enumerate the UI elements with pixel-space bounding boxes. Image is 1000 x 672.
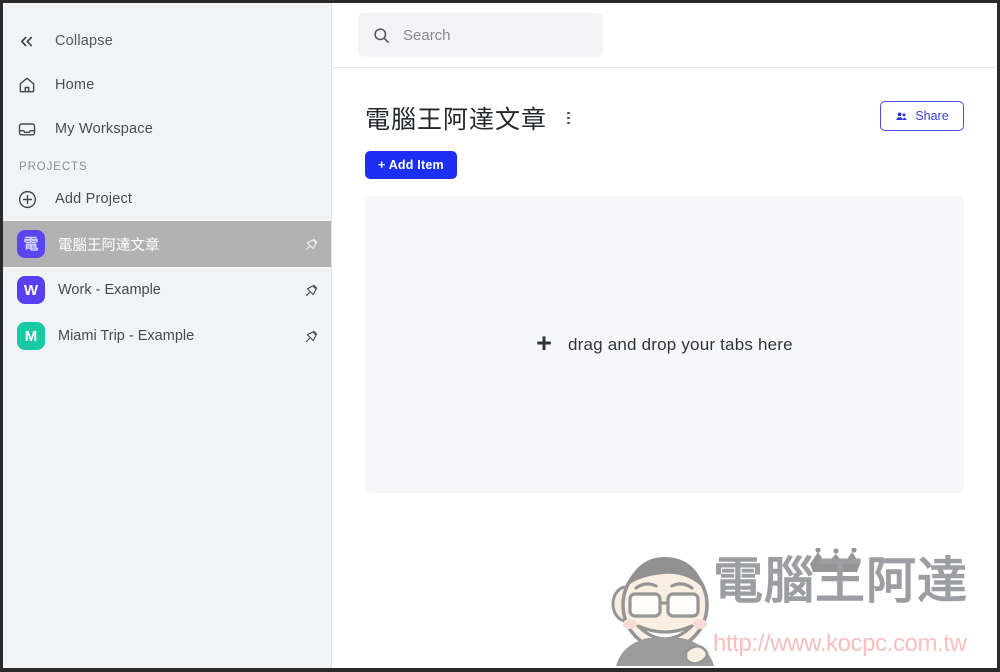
plus-icon: + [536, 328, 552, 358]
tabs-dropzone[interactable]: + drag and drop your tabs here [365, 196, 964, 493]
collapse-label: Collapse [55, 33, 114, 49]
sidebar-project-item[interactable]: 電 電腦王阿達文章 [3, 221, 331, 267]
sidebar-project-item[interactable]: M Miami Trip - Example [3, 313, 331, 359]
plus-circle-icon [17, 189, 47, 210]
project-label: Miami Trip - Example [58, 328, 195, 344]
title-row: 電腦王阿達文章 [365, 101, 964, 135]
collapse-button[interactable]: Collapse [3, 19, 331, 63]
dropzone-label: drag and drop your tabs here [567, 334, 793, 354]
watermark-url: http://www.kocpc.com.tw [713, 630, 967, 657]
crown-icon [810, 548, 860, 572]
more-vertical-icon[interactable] [561, 106, 576, 130]
cartoon-face-icon [611, 548, 860, 666]
project-label: 電腦王阿達文章 [58, 237, 160, 254]
share-button-label: Share [915, 109, 949, 123]
sidebar-item-my-workspace[interactable]: My Workspace [3, 107, 331, 151]
people-icon [895, 110, 908, 123]
main-content: 電腦王阿達文章 Share + Add Item + [332, 3, 997, 668]
search-box[interactable] [358, 13, 603, 57]
watermark-brand: 電腦王阿達 [713, 553, 968, 609]
search-icon [372, 26, 391, 45]
pin-icon[interactable] [304, 329, 319, 344]
project-panel: 電腦王阿達文章 Share + Add Item + drag and drop… [332, 68, 997, 668]
add-project-button[interactable]: Add Project [3, 177, 331, 221]
sidebar-item-home-label: Home [55, 77, 95, 93]
pin-icon[interactable] [304, 283, 319, 298]
inbox-icon [17, 119, 47, 139]
chevron-double-left-icon [17, 32, 47, 51]
search-input[interactable] [403, 26, 573, 44]
sidebar-item-my-workspace-label: My Workspace [55, 121, 154, 137]
project-avatar: M [17, 322, 45, 350]
project-label: Work - Example [58, 282, 161, 298]
project-avatar: W [17, 276, 45, 304]
sidebar-project-item[interactable]: W Work - Example [3, 267, 331, 313]
page-title: 電腦王阿達文章 [365, 106, 548, 134]
top-bar [332, 3, 997, 68]
project-avatar: 電 [17, 230, 45, 258]
share-button[interactable]: Share [880, 101, 964, 131]
pin-icon[interactable] [304, 237, 319, 252]
add-project-label: Add Project [55, 191, 133, 207]
projects-section-label: PROJECTS [19, 161, 88, 173]
sidebar: Collapse Home My Workspace PROJECTS Add … [3, 3, 332, 668]
add-item-button[interactable]: + Add Item [365, 151, 457, 179]
home-icon [17, 75, 47, 95]
app-window: Collapse Home My Workspace PROJECTS Add … [0, 0, 1000, 672]
watermark: 電腦王阿達 http://www.kocpc.com.tw [608, 548, 993, 666]
sidebar-item-home[interactable]: Home [3, 63, 331, 107]
